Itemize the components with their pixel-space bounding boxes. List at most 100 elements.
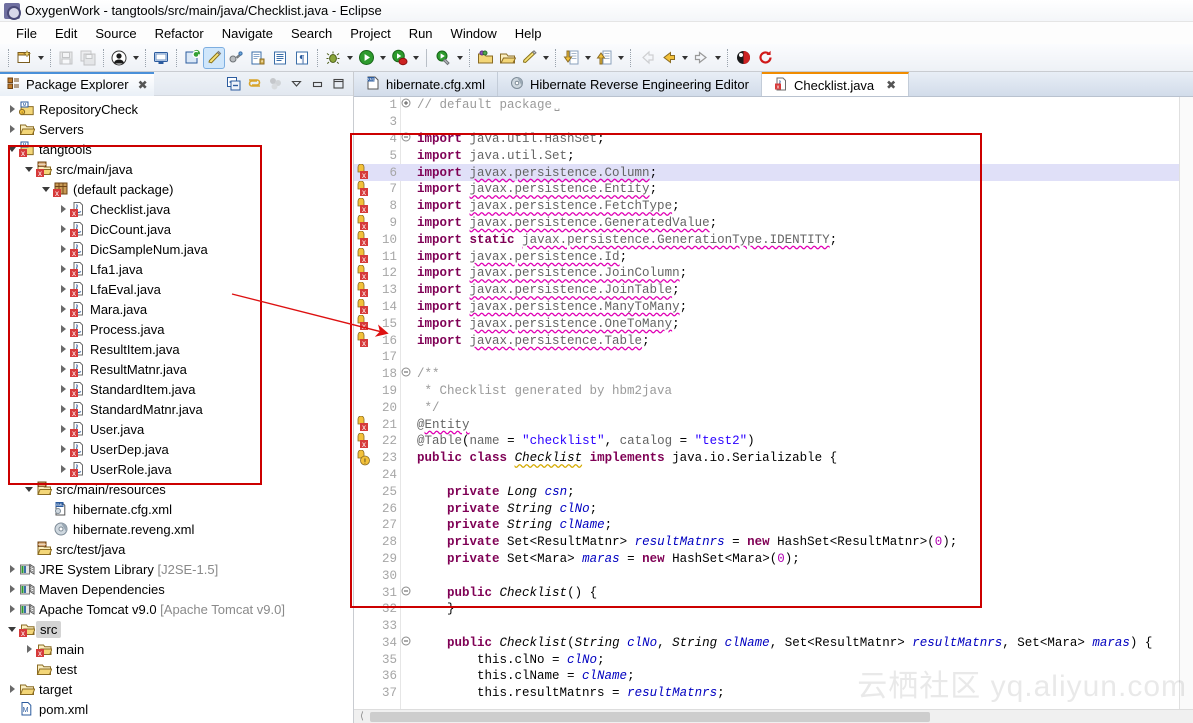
chevron-right-icon[interactable] — [57, 259, 69, 279]
close-icon[interactable]: ✖ — [138, 78, 148, 92]
error-marker-icon[interactable]: x — [356, 197, 373, 214]
code-line[interactable]: 18 /** — [354, 366, 1193, 383]
chevron-right-icon[interactable] — [57, 459, 69, 479]
close-icon[interactable]: ✖ — [886, 78, 896, 92]
next-annotation-dropdown-icon[interactable] — [582, 47, 593, 69]
debug-icon[interactable] — [322, 47, 344, 69]
menu-edit[interactable]: Edit — [46, 24, 86, 43]
tree-item-src-main-resources[interactable]: src/main/resources — [0, 479, 353, 499]
error-marker-icon[interactable]: x — [356, 264, 373, 281]
chevron-right-icon[interactable] — [57, 399, 69, 419]
view-menu-filter-icon[interactable] — [267, 75, 284, 92]
chevron-right-icon[interactable] — [57, 379, 69, 399]
code-line[interactable]: x 9 import javax.persistence.GeneratedValu… — [354, 214, 1193, 232]
menu-project[interactable]: Project — [341, 24, 399, 43]
fold-collapse-icon[interactable] — [400, 636, 412, 650]
chevron-right-icon[interactable] — [6, 99, 18, 119]
chevron-down-icon[interactable] — [23, 479, 35, 499]
menu-help[interactable]: Help — [506, 24, 551, 43]
run-icon[interactable] — [355, 47, 377, 69]
minimize-icon[interactable] — [309, 75, 326, 92]
menu-navigate[interactable]: Navigate — [213, 24, 282, 43]
back-icon[interactable] — [657, 47, 679, 69]
error-marker-icon[interactable]: x — [356, 163, 373, 180]
tab-hibernate-cfg-xml[interactable]: XML hibernate.cfg.xml — [354, 72, 498, 96]
chevron-right-icon[interactable] — [57, 279, 69, 299]
fold-collapse-icon[interactable] — [400, 367, 412, 381]
tree-item-test[interactable]: test — [0, 659, 353, 679]
error-marker-icon[interactable]: x — [356, 432, 373, 449]
tree-item-hibernate-reveng-xml[interactable]: hibernate.reveng.xml — [0, 519, 353, 539]
menu-run[interactable]: Run — [400, 24, 442, 43]
code-line[interactable]: 28 private Set<ResultMatnr> resultMatnrs… — [354, 534, 1193, 551]
edit-pen-dropdown-icon[interactable] — [540, 47, 551, 69]
tree-item-resultitem-java[interactable]: x ResultItem.java — [0, 339, 353, 359]
code-line[interactable]: x 12 import javax.persistence.JoinColumn; — [354, 264, 1193, 282]
tree-item-main[interactable]: x main — [0, 639, 353, 659]
previous-annotation-icon[interactable] — [593, 47, 615, 69]
run-dropdown-icon[interactable] — [377, 47, 388, 69]
tab-package-explorer[interactable]: Package Explorer ✖ — [0, 71, 154, 96]
link-with-editor-icon[interactable] — [246, 75, 263, 92]
menu-source[interactable]: Source — [86, 24, 145, 43]
tab-checklist-java[interactable]: x Checklist.java ✖ — [761, 72, 910, 96]
chevron-right-icon[interactable] — [57, 199, 69, 219]
tree-item-user-java[interactable]: x User.java — [0, 419, 353, 439]
chevron-right-icon[interactable] — [57, 419, 69, 439]
code-line[interactable]: x 15 import javax.persistence.OneToMany; — [354, 315, 1193, 332]
chevron-right-icon[interactable] — [6, 679, 18, 699]
edit-pen-icon[interactable] — [518, 47, 540, 69]
open-type-icon[interactable] — [269, 47, 291, 69]
code-line[interactable]: 30 — [354, 567, 1193, 584]
editor-horizontal-scrollbar[interactable]: ⟨ — [354, 709, 1193, 723]
warning-marker-icon[interactable]: ! — [356, 449, 373, 466]
open-folder-icon[interactable] — [496, 47, 518, 69]
menu-window[interactable]: Window — [442, 24, 506, 43]
chevron-right-icon[interactable] — [6, 119, 18, 139]
collapse-all-icon[interactable] — [225, 75, 242, 92]
menu-refactor[interactable]: Refactor — [146, 24, 213, 43]
code-line[interactable]: x 8 import javax.persistence.FetchType; — [354, 197, 1193, 215]
code-line[interactable]: 27 private String clName; — [354, 517, 1193, 534]
forward-dropdown-icon[interactable] — [712, 47, 723, 69]
paragraph-icon[interactable]: ¶ — [291, 47, 313, 69]
code-line[interactable]: x 7 import javax.persistence.Entity; — [354, 180, 1193, 198]
chevron-right-icon[interactable] — [57, 239, 69, 259]
error-marker-icon[interactable]: x — [356, 281, 373, 298]
tree-item-pom-xml[interactable]: Mpom.xml — [0, 699, 353, 719]
open-perspective-icon[interactable] — [474, 47, 496, 69]
user-profile-icon[interactable] — [108, 47, 130, 69]
error-marker-icon[interactable]: x — [356, 331, 373, 348]
menu-search[interactable]: Search — [282, 24, 341, 43]
code-line[interactable]: 33 — [354, 618, 1193, 635]
fold-collapse-icon[interactable] — [400, 132, 412, 146]
maximize-icon[interactable] — [330, 75, 347, 92]
tree-item-src[interactable]: x src — [0, 619, 353, 639]
code-line[interactable]: x 13 import javax.persistence.JoinTable; — [354, 281, 1193, 299]
tree-item-maven-dependencies[interactable]: Maven Dependencies — [0, 579, 353, 599]
error-marker-icon[interactable]: x — [356, 315, 373, 331]
console-icon[interactable] — [150, 47, 172, 69]
code-line[interactable]: 29 private Set<Mara> maras = new HashSet… — [354, 551, 1193, 568]
new-wizard-dropdown-icon[interactable] — [35, 47, 46, 69]
chevron-right-icon[interactable] — [23, 639, 35, 659]
view-menu-icon[interactable] — [288, 75, 305, 92]
error-marker-icon[interactable]: x — [356, 415, 373, 432]
code-line[interactable]: 20 */ — [354, 399, 1193, 416]
overview-ruler[interactable] — [1179, 97, 1193, 709]
user-profile-dropdown-icon[interactable] — [130, 47, 141, 69]
new-wizard-icon[interactable] — [13, 47, 35, 69]
tree-item-mara-java[interactable]: x Mara.java — [0, 299, 353, 319]
tree-item-tangtools[interactable]: Mx tangtools — [0, 139, 353, 159]
code-line[interactable]: x 11 import javax.persistence.Id; — [354, 247, 1193, 265]
error-marker-icon[interactable]: x — [356, 247, 373, 264]
back-dropdown-icon[interactable] — [679, 47, 690, 69]
tree-item-standarditem-java[interactable]: x StandardItem.java — [0, 379, 353, 399]
code-line[interactable]: 5 import java.util.Set; — [354, 147, 1193, 164]
chevron-down-icon[interactable] — [6, 619, 18, 639]
tree-item-diccount-java[interactable]: x DicCount.java — [0, 219, 353, 239]
fold-expand-icon[interactable] — [400, 98, 412, 112]
error-marker-icon[interactable]: x — [356, 214, 373, 231]
code-line[interactable]: x 22 @Table(name = "checklist", catalog = … — [354, 432, 1193, 450]
code-line[interactable]: 34 public Checklist(String clNo, String … — [354, 635, 1193, 652]
